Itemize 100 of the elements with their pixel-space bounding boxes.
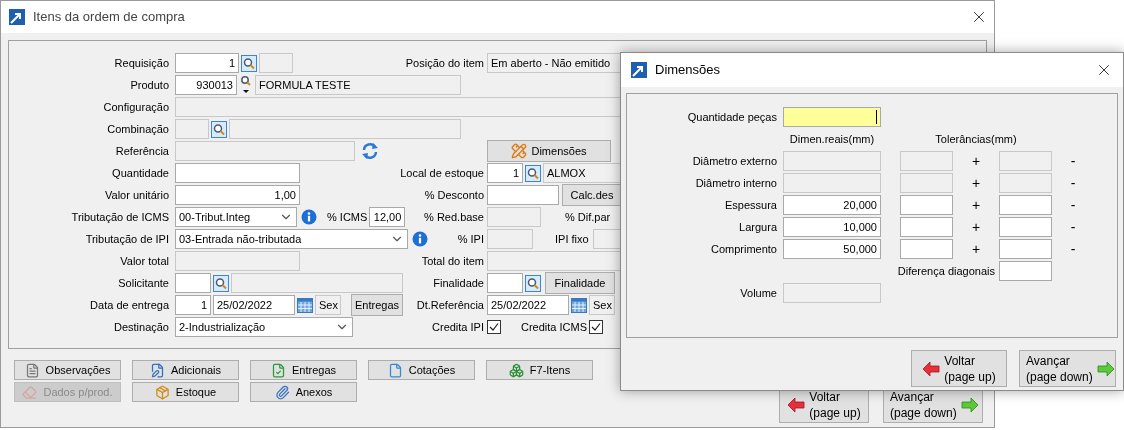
sign-label: + [971,241,981,257]
column-header: Dimen.reais(mm) [789,131,875,147]
field-label: Volume [740,285,777,301]
pencil-ruler-icon [511,143,528,159]
text-field[interactable] [900,239,953,259]
left-arrow-icon [787,396,806,413]
toolbar-button[interactable]: Anexos [250,382,357,402]
edit-document-icon [149,362,165,378]
field-label: Largura [739,219,777,235]
field-label: Valor unitário [105,187,169,203]
field-label: Requisição [114,55,169,71]
note-icon [24,362,40,378]
forward-button[interactable]: Avançar (page down) [1019,350,1116,387]
app-icon [631,62,647,78]
field-label: % ICMS [327,209,368,225]
field-label: % Red.base [424,209,484,225]
refresh-icon[interactable] [361,142,379,160]
text-field[interactable] [999,261,1052,281]
text-field[interactable] [900,217,953,237]
text-field[interactable]: 1 [487,163,523,183]
checkbox[interactable] [589,320,604,334]
info-icon[interactable] [412,231,428,247]
field-label: Tributação de ICMS [71,209,169,225]
eraser-icon [22,384,38,400]
right-arrow-icon [1096,360,1115,377]
sign-label: + [971,219,981,235]
text-field[interactable] [999,239,1052,259]
text-field[interactable] [999,195,1052,215]
column-header: Tolerâncias(mm) [935,131,1017,147]
dropdown[interactable]: 2-Industrialização [175,317,353,337]
text-field[interactable]: 12,00 [369,207,406,227]
field-label: Total do item [421,253,484,269]
field-label: % Desconto [424,187,484,203]
calendar-icon[interactable] [571,297,587,313]
text-field[interactable]: 1 [175,295,211,315]
field-label: Diferença diagonais [897,263,995,279]
dropdown[interactable]: 00-Tribut.Integ [175,207,297,227]
sign-label: + [971,153,981,169]
text-field[interactable]: 50,000 [783,239,881,259]
text-field[interactable]: 1 [175,53,239,73]
left-arrow-icon [922,360,941,377]
field-label: Diâmetro interno [695,175,777,191]
field-label: Quantidade peças [687,109,777,125]
search-icon[interactable] [213,274,229,292]
text-field[interactable] [487,185,559,205]
field-label: Credita ICMS [521,319,588,335]
search-icon[interactable] [525,274,541,292]
field-label: Quantidade [112,165,169,181]
sign-label: - [1070,197,1076,213]
sign-label: - [1070,153,1076,169]
text-field[interactable]: 20,000 [783,195,881,215]
text-field[interactable] [175,163,300,183]
back-button[interactable]: Voltar (page up) [911,350,1007,387]
text-field[interactable] [487,273,523,293]
text-field[interactable]: 930013 [175,75,237,95]
field-label: Diâmetro externo [692,153,777,169]
form-button[interactable]: Finalidade [545,272,615,294]
sign-label: - [1070,175,1076,191]
field-label: Produto [130,77,169,93]
search-icon[interactable] [239,75,253,95]
toolbar-button[interactable]: Cotações [368,360,475,380]
calendar-icon[interactable] [297,297,313,313]
field-label: % Dif.par [565,209,611,225]
dropdown[interactable]: 03-Entrada não-tributada [175,229,408,249]
info-icon[interactable] [301,209,317,225]
app-icon [9,9,25,25]
search-icon[interactable] [525,164,541,182]
document-check-icon [271,362,286,378]
field-label: % IPI [457,231,484,247]
text-field[interactable]: 25/02/2022 [213,295,295,315]
toolbar-button[interactable]: Adicionais [132,360,239,380]
toolbar-button[interactable]: Estoque [132,382,239,402]
paperclip-icon [274,384,290,400]
toolbar-button[interactable]: Entregas [250,360,357,380]
text-field[interactable] [900,195,953,215]
form-button[interactable]: Calc.des [562,184,622,206]
text-field[interactable] [175,273,211,293]
text-field[interactable]: 1,00 [175,185,300,205]
toolbar-button[interactable]: Observações [14,360,121,380]
cubes-icon [508,362,524,378]
field-label: Local de estoque [400,165,484,181]
window-title: Itens da ordem de compra [33,8,185,27]
search-icon[interactable] [211,120,227,138]
toolbar-button[interactable]: F7-Itens [486,360,593,380]
field-label: Data de entrega [90,297,169,313]
form-button[interactable]: Entregas [351,294,403,316]
field-label: Tributação de IPI [85,231,169,247]
sign-label: + [971,175,981,191]
checkbox[interactable] [487,320,501,334]
text-field[interactable]: 25/02/2022 [487,295,569,315]
field-label: Posição do item [405,55,484,71]
field-label: Valor total [120,253,169,269]
field-label: Referência [115,143,169,159]
field-label: Solicitante [118,275,169,291]
right-arrow-icon [960,396,979,413]
form-button[interactable]: Dimensões [487,140,611,162]
text-field[interactable] [999,217,1052,237]
search-icon[interactable] [241,54,257,72]
text-field[interactable] [783,107,881,127]
text-field[interactable]: 10,000 [783,217,881,237]
